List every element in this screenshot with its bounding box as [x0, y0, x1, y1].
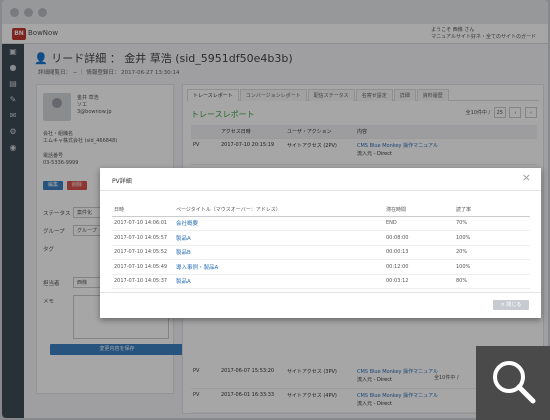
zoom-button[interactable] — [476, 346, 550, 420]
search-icon — [493, 361, 536, 404]
row-time: END — [384, 216, 454, 231]
table-row: 2017-07-10 14:05:57 製品A 00:08:00 100% — [112, 230, 530, 246]
row-time: 00:00:13 — [384, 245, 454, 260]
row-rate: 100% — [454, 259, 530, 275]
close-icon[interactable]: × — [522, 171, 531, 184]
row-rate: 100% — [454, 230, 530, 246]
table-row: 2017-07-10 14:06:01 会社概要 END 70% — [112, 216, 530, 231]
page-link[interactable]: 会社概要 — [174, 216, 384, 231]
page-link[interactable]: 製品A — [174, 230, 384, 246]
modal-footer-divider — [100, 292, 541, 293]
close-button-label: 閉じる — [506, 302, 522, 308]
row-rate: 70% — [454, 216, 530, 231]
row-time: 00:03:12 — [384, 274, 454, 289]
col-datetime: 日時 — [112, 204, 174, 217]
row-date: 2017-07-10 14:05:37 — [112, 274, 174, 289]
col-read-rate: 読了率 — [454, 204, 530, 217]
page-link[interactable]: 製品B — [174, 245, 384, 260]
row-time: 00:12:00 — [384, 259, 454, 275]
pv-detail-modal: PV詳細 × 日時 ページタイトル（マウスオーバー：アドレス） 滞在時間 読了率… — [100, 168, 541, 318]
row-date: 2017-07-10 14:05:52 — [112, 245, 174, 260]
close-small-icon: × — [500, 302, 505, 308]
table-row: 2017-07-10 14:05:37 製品A 00:03:12 80% — [112, 274, 530, 289]
pv-detail-table: 日時 ページタイトル（マウスオーバー：アドレス） 滞在時間 読了率 2017-0… — [112, 204, 530, 289]
row-date: 2017-07-10 14:05:49 — [112, 259, 174, 275]
page-link[interactable]: 製品A — [174, 274, 384, 289]
modal-title: PV詳細 — [112, 178, 132, 185]
row-rate: 20% — [454, 245, 530, 260]
row-date: 2017-07-10 14:05:57 — [112, 230, 174, 246]
table-row: 2017-07-10 14:05:49 導入事例・製品A 00:12:00 10… — [112, 259, 530, 275]
modal-divider — [100, 190, 541, 191]
row-date: 2017-07-10 14:06:01 — [112, 216, 174, 231]
table-row: 2017-07-10 14:05:52 製品B 00:00:13 20% — [112, 245, 530, 260]
row-rate: 80% — [454, 274, 530, 289]
col-stay-time: 滞在時間 — [384, 204, 454, 217]
table-header-row: 日時 ページタイトル（マウスオーバー：アドレス） 滞在時間 読了率 — [112, 204, 530, 217]
row-time: 00:08:00 — [384, 230, 454, 246]
page-link[interactable]: 導入事例・製品A — [174, 259, 384, 275]
col-page-title: ページタイトル（マウスオーバー：アドレス） — [174, 204, 384, 217]
close-modal-button[interactable]: × 閉じる — [493, 300, 529, 310]
